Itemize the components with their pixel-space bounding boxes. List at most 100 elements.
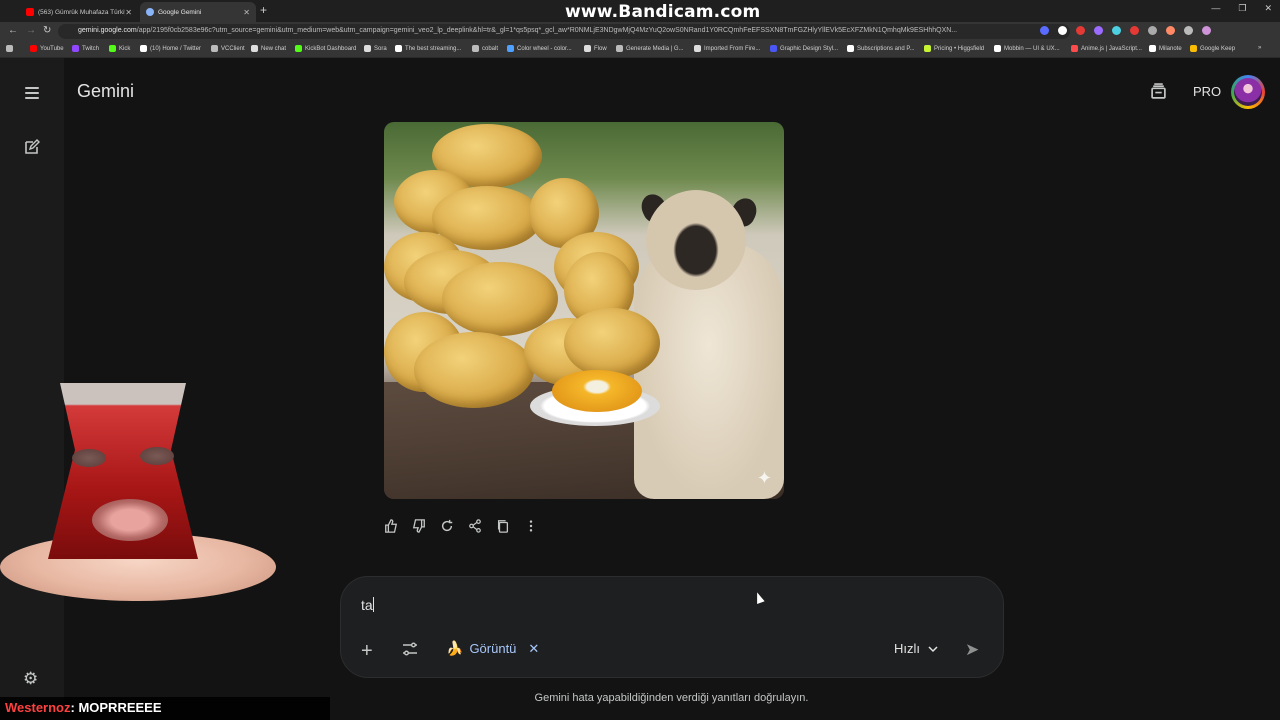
- half-mango: [552, 370, 642, 412]
- bookmark-item[interactable]: The best streaming...: [395, 45, 461, 52]
- bookmark-label: New chat: [261, 45, 287, 52]
- share-icon[interactable]: [468, 518, 482, 534]
- more-vert-icon[interactable]: [524, 518, 538, 534]
- bookmark-item[interactable]: Imported From Fire...: [694, 45, 760, 52]
- tools-sliders-icon[interactable]: [402, 641, 418, 657]
- extension-icon[interactable]: [1094, 26, 1103, 35]
- thumbs-up-icon[interactable]: [384, 518, 398, 534]
- forward-arrow-icon[interactable]: →: [26, 25, 36, 36]
- bookmark-item[interactable]: Google Keep: [1190, 45, 1235, 52]
- close-tab-icon[interactable]: ✕: [243, 8, 250, 17]
- browser-toolbar: ← → ↻ gemini.google.com/app/2195f0cb2583…: [0, 22, 1280, 41]
- profile-icon[interactable]: [1202, 26, 1211, 35]
- close-icon[interactable]: ✕: [528, 641, 539, 657]
- extension-icon[interactable]: [1076, 26, 1085, 35]
- browser-tabbar: (563) Gümrük Muhafaza Türkiye ✕ Google G…: [0, 0, 1280, 22]
- face-eye: [140, 447, 174, 465]
- app-title[interactable]: Gemini: [77, 81, 134, 102]
- stream-chat-message: Westernoz: MOPRREEEE: [0, 697, 330, 720]
- browser-tab-gemini[interactable]: Google Gemini ✕: [140, 2, 256, 22]
- bookmark-label: Kick: [119, 45, 131, 52]
- download-icon[interactable]: [1184, 26, 1193, 35]
- apps-grid-icon[interactable]: [6, 45, 16, 52]
- bookmark-item[interactable]: cobalt: [472, 45, 498, 52]
- plus-icon[interactable]: +: [260, 3, 267, 17]
- bookmark-label: YouTube: [40, 45, 64, 52]
- mango: [564, 308, 660, 378]
- bookmark-item[interactable]: (10) Home / Twitter: [140, 45, 201, 52]
- tab-label: Google Gemini: [158, 8, 202, 16]
- thumbs-down-icon[interactable]: [412, 518, 426, 534]
- close-window-icon[interactable]: ✕: [1264, 3, 1272, 14]
- model-mode-select[interactable]: Hızlı: [894, 641, 938, 656]
- bookmark-item[interactable]: Milanote: [1149, 45, 1182, 52]
- bookmark-item[interactable]: Sora: [364, 45, 387, 52]
- redo-icon[interactable]: [440, 518, 454, 534]
- edit-icon[interactable]: [24, 139, 40, 155]
- prompt-composer[interactable]: ta + 🍌 Görüntü ✕ Hızlı ➤: [340, 576, 1004, 678]
- gear-icon[interactable]: ⚙: [23, 669, 38, 689]
- archive-icon[interactable]: [1150, 83, 1167, 100]
- close-tab-icon[interactable]: ✕: [125, 8, 132, 17]
- pro-badge[interactable]: PRO: [1193, 84, 1221, 99]
- prompt-text: ta: [361, 597, 373, 613]
- url-path: /app/2195f0cb2583e96c?utm_source=gemini&…: [136, 27, 958, 34]
- gemini-icon: [146, 8, 154, 16]
- extension-icon[interactable]: [1130, 26, 1139, 35]
- bookmark-item[interactable]: New chat: [251, 45, 286, 52]
- back-arrow-icon[interactable]: ←: [8, 25, 18, 36]
- bookmark-label: Milanote: [1159, 45, 1182, 52]
- window-controls: — ❐ ✕: [1211, 3, 1272, 14]
- extension-icon[interactable]: [1058, 26, 1067, 35]
- chip-label: Görüntü: [469, 641, 517, 656]
- reload-icon[interactable]: ↻: [43, 25, 51, 36]
- face-eye: [72, 449, 106, 467]
- prompt-input[interactable]: ta: [361, 597, 374, 613]
- bookmark-item[interactable]: Flow: [584, 45, 607, 52]
- send-icon[interactable]: ➤: [965, 640, 979, 660]
- bookmark-label: Mobbin — UI & UX...: [1004, 45, 1060, 52]
- bookmark-item[interactable]: Color wheel - color...: [507, 45, 572, 52]
- extension-icon[interactable]: [1112, 26, 1121, 35]
- plus-icon[interactable]: +: [361, 640, 373, 663]
- browser-tab-youtube[interactable]: (563) Gümrük Muhafaza Türkiye ✕: [20, 2, 138, 22]
- url-host: gemini.google.com: [78, 27, 137, 34]
- bookmark-item[interactable]: Subscriptions and P...: [847, 45, 915, 52]
- chevron-down-icon: [928, 645, 938, 652]
- copy-icon[interactable]: [496, 518, 510, 534]
- chat-username: Westernoz: [5, 700, 71, 715]
- bookmark-item[interactable]: Kick: [109, 45, 130, 52]
- maximize-icon[interactable]: ❐: [1238, 3, 1246, 14]
- bookmark-item[interactable]: Generate Media | G...: [616, 45, 684, 52]
- bookmark-label: Graphic Design Styl...: [780, 45, 839, 52]
- bookmark-item[interactable]: Mobbin — UI & UX...: [994, 45, 1060, 52]
- bookmark-label: Flow: [594, 45, 607, 52]
- extension-icon[interactable]: [1166, 26, 1175, 35]
- bookmark-label: cobalt: [482, 45, 499, 52]
- tab-label: (563) Gümrük Muhafaza Türkiye: [38, 8, 126, 16]
- bookmark-item[interactable]: YouTube: [30, 45, 64, 52]
- bookmarks-bar: YouTube Twitch Kick (10) Home / Twitter …: [0, 41, 1280, 58]
- avatar[interactable]: [1231, 75, 1265, 109]
- generated-image-pug-with-mangoes[interactable]: ✦: [384, 122, 784, 499]
- bookmark-item[interactable]: Twitch: [72, 45, 99, 52]
- chat-message: : MOPRREEEE: [70, 700, 162, 715]
- extension-icon[interactable]: [1148, 26, 1157, 35]
- extension-icon[interactable]: [1040, 26, 1049, 35]
- hamburger-menu-icon[interactable]: [25, 87, 39, 102]
- bookmark-label: Generate Media | G...: [626, 45, 684, 52]
- bookmark-item[interactable]: Pricing • Higgsfield: [924, 45, 984, 52]
- bookmark-item[interactable]: KickBot Dashboard: [295, 45, 356, 52]
- chevron-right-icon[interactable]: »: [1258, 45, 1261, 51]
- bookmark-label: Google Keep: [1200, 45, 1236, 52]
- bookmark-item[interactable]: Anime.js | JavaScript...: [1071, 45, 1142, 52]
- address-bar[interactable]: gemini.google.com/app/2195f0cb2583e96c?u…: [58, 24, 1070, 39]
- minimize-icon[interactable]: —: [1211, 3, 1220, 14]
- pug-face: [646, 190, 746, 290]
- bookmark-item[interactable]: Graphic Design Styl...: [770, 45, 838, 52]
- image-tool-chip[interactable]: 🍌 Görüntü ✕: [446, 640, 539, 657]
- tea-glass-overlay: [0, 383, 276, 603]
- bookmark-label: Sora: [374, 45, 387, 52]
- bookmark-item[interactable]: VCClient: [211, 45, 245, 52]
- extension-icons: [1040, 26, 1211, 35]
